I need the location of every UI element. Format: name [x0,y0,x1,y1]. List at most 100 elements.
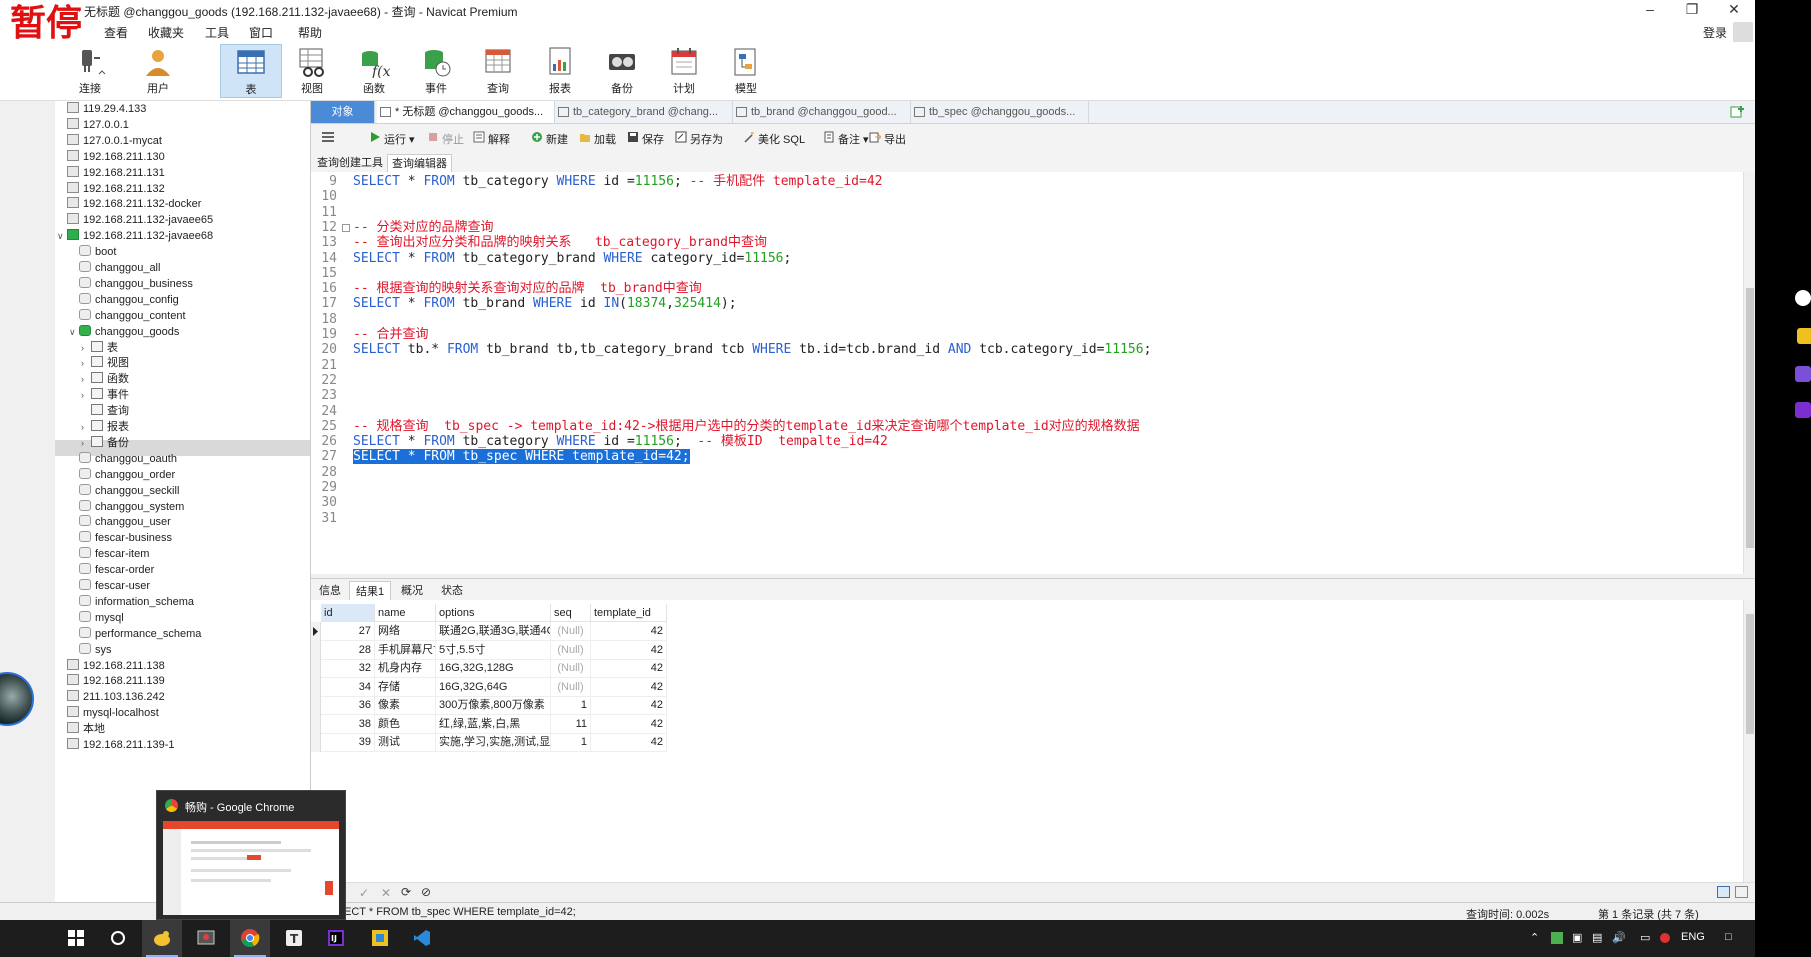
form-view-icon[interactable] [1735,886,1748,898]
taskbar-app-screen[interactable] [186,920,226,957]
sql-editor[interactable]: 9 SELECT * FROM tb_category WHERE id =111… [311,172,1743,574]
tray-app-icon[interactable] [1551,932,1563,944]
grid-cell[interactable]: (Null) [551,640,591,660]
row-marker[interactable] [311,733,321,752]
menu-help[interactable]: 帮助 [298,24,322,41]
tree-item[interactable]: 127.0.0.1-mycat [57,133,162,149]
result-grid[interactable]: id name options seq template_id 27 网络 联通2G,联通3G… [311,600,1743,882]
new-query-button[interactable]: 新建 [531,131,568,147]
row-marker[interactable] [311,677,321,697]
tree-item[interactable]: changgou_seckill [69,483,179,499]
toolbar-user[interactable]: 用户 [130,44,186,98]
grid-cell[interactable]: 32 [321,659,375,678]
tree-item[interactable]: fescar-item [69,546,149,562]
tab-objects[interactable]: 对象 [311,101,375,123]
grid-cell[interactable]: 38 [321,714,375,734]
grid-cell[interactable]: 1 [551,696,591,715]
grid-cell[interactable]: 300万像素,800万像素 [436,696,551,715]
tree-item[interactable]: changgou_oauth [69,451,177,467]
stop-refresh-icon[interactable]: ⊘ [421,885,431,899]
tree-item[interactable]: › 表 [81,340,118,356]
taskbar-typora[interactable]: T [274,920,314,957]
column-header[interactable]: name [375,604,436,622]
grid-cell[interactable]: 测试 [375,733,436,752]
tray-record-icon[interactable] [1660,933,1670,943]
row-marker[interactable] [311,696,321,715]
export-button[interactable]: 导出 [869,131,906,147]
tree-item[interactable]: mysql-localhost [57,705,159,721]
grid-cell[interactable]: 36 [321,696,375,715]
tree-item[interactable]: 192.168.211.138 [57,658,165,674]
tray-battery-icon[interactable]: ▭ [1640,931,1650,944]
tree-item[interactable]: fescar-order [69,562,154,578]
desktop-app-icon[interactable] [1795,402,1811,418]
desktop-app-icon[interactable] [1795,366,1811,382]
tree-item[interactable]: 192.168.211.132-javaee65 [57,212,213,228]
grid-cell[interactable]: 11 [551,714,591,734]
grid-cell[interactable]: 16G,32G,128G [436,659,551,678]
tab-query-builder[interactable]: 查询创建工具 [313,154,387,172]
grid-scroll-thumb[interactable] [1746,614,1754,734]
tree-item[interactable]: › 视图 [81,355,129,371]
start-button[interactable] [56,920,96,957]
menu-favorites[interactable]: 收藏夹 [148,24,184,41]
taskbar-chrome[interactable] [230,920,270,957]
tree-item[interactable]: performance_schema [69,626,201,642]
toolbar-query[interactable]: 查询 [470,44,526,98]
toolbar-connect[interactable]: 连接 [62,44,118,98]
tab-tb-spec[interactable]: tb_spec @changgou_goods... [911,101,1089,123]
stop-button[interactable]: 停止 [427,131,464,147]
grid-cell[interactable]: 42 [591,622,667,641]
grid-cell[interactable]: 16G,32G,64G [436,677,551,697]
tree-item[interactable]: › 函数 [81,371,129,387]
tree-item[interactable]: changgou_system [69,499,184,515]
chrome-preview-popup[interactable]: 畅购 - Google Chrome [156,790,346,920]
desktop-app-icon[interactable] [1795,290,1811,306]
avatar[interactable] [1733,22,1753,44]
toolbar-function[interactable]: f(x) 函数 [346,44,402,98]
taskbar-navicat[interactable] [142,920,182,957]
toolbar-backup[interactable]: 备份 [594,44,650,98]
tree-item[interactable]: changgou_user [69,514,171,530]
load-button[interactable]: 加载 [579,131,616,147]
column-header[interactable]: seq [551,604,591,622]
tree-item[interactable]: 127.0.0.1 [57,117,129,133]
search-button[interactable] [98,920,138,957]
tree-item[interactable]: ∨ 192.168.211.132-javaee68 [57,228,213,244]
tab-profile[interactable]: 概况 [395,581,429,601]
expand-arrow-icon[interactable]: ∨ [57,228,67,244]
row-marker[interactable] [311,622,321,641]
grid-cell[interactable]: 42 [591,640,667,660]
tree-item[interactable]: changgou_config [69,292,179,308]
toolbar-table[interactable]: 表 [220,44,282,98]
menu-view[interactable]: 查看 [104,24,128,41]
tree-item[interactable]: changgou_content [69,308,186,324]
collapse-arrow-icon[interactable]: › [81,340,91,356]
hamburger-menu-icon[interactable] [321,131,335,146]
column-header[interactable]: options [436,604,551,622]
tree-item[interactable]: 192.168.211.132 [57,181,165,197]
tree-item[interactable]: fescar-business [69,530,172,546]
tab-tb-category-brand[interactable]: tb_category_brand @chang... [555,101,733,123]
menu-tools[interactable]: 工具 [205,24,229,41]
collapse-arrow-icon[interactable]: › [81,419,91,435]
grid-cell[interactable]: 颜色 [375,714,436,734]
row-marker[interactable] [311,659,321,678]
login-link[interactable]: 登录 [1703,24,1727,41]
grid-scrollbar[interactable] [1743,600,1755,882]
taskbar-app-yellow[interactable] [360,920,400,957]
grid-cell[interactable]: 红,绿,蓝,紫,白,黑 [436,714,551,734]
grid-cell[interactable]: 网络 [375,622,436,641]
tree-item[interactable]: 192.168.211.139-1 [57,737,175,753]
grid-cell[interactable]: (Null) [551,677,591,697]
tree-item[interactable]: 211.103.136.242 [57,689,165,705]
collapse-arrow-icon[interactable]: › [81,387,91,403]
save-button[interactable]: 保存 [627,131,664,147]
grid-cell[interactable]: 5寸,5.5寸 [436,640,551,660]
toolbar-report[interactable]: 报表 [532,44,588,98]
run-button[interactable]: 运行 ▾ [369,131,415,147]
grid-cell[interactable]: 存储 [375,677,436,697]
grid-view-icon[interactable] [1717,886,1730,898]
grid-cell[interactable]: 1 [551,733,591,752]
grid-cell[interactable]: 42 [591,696,667,715]
